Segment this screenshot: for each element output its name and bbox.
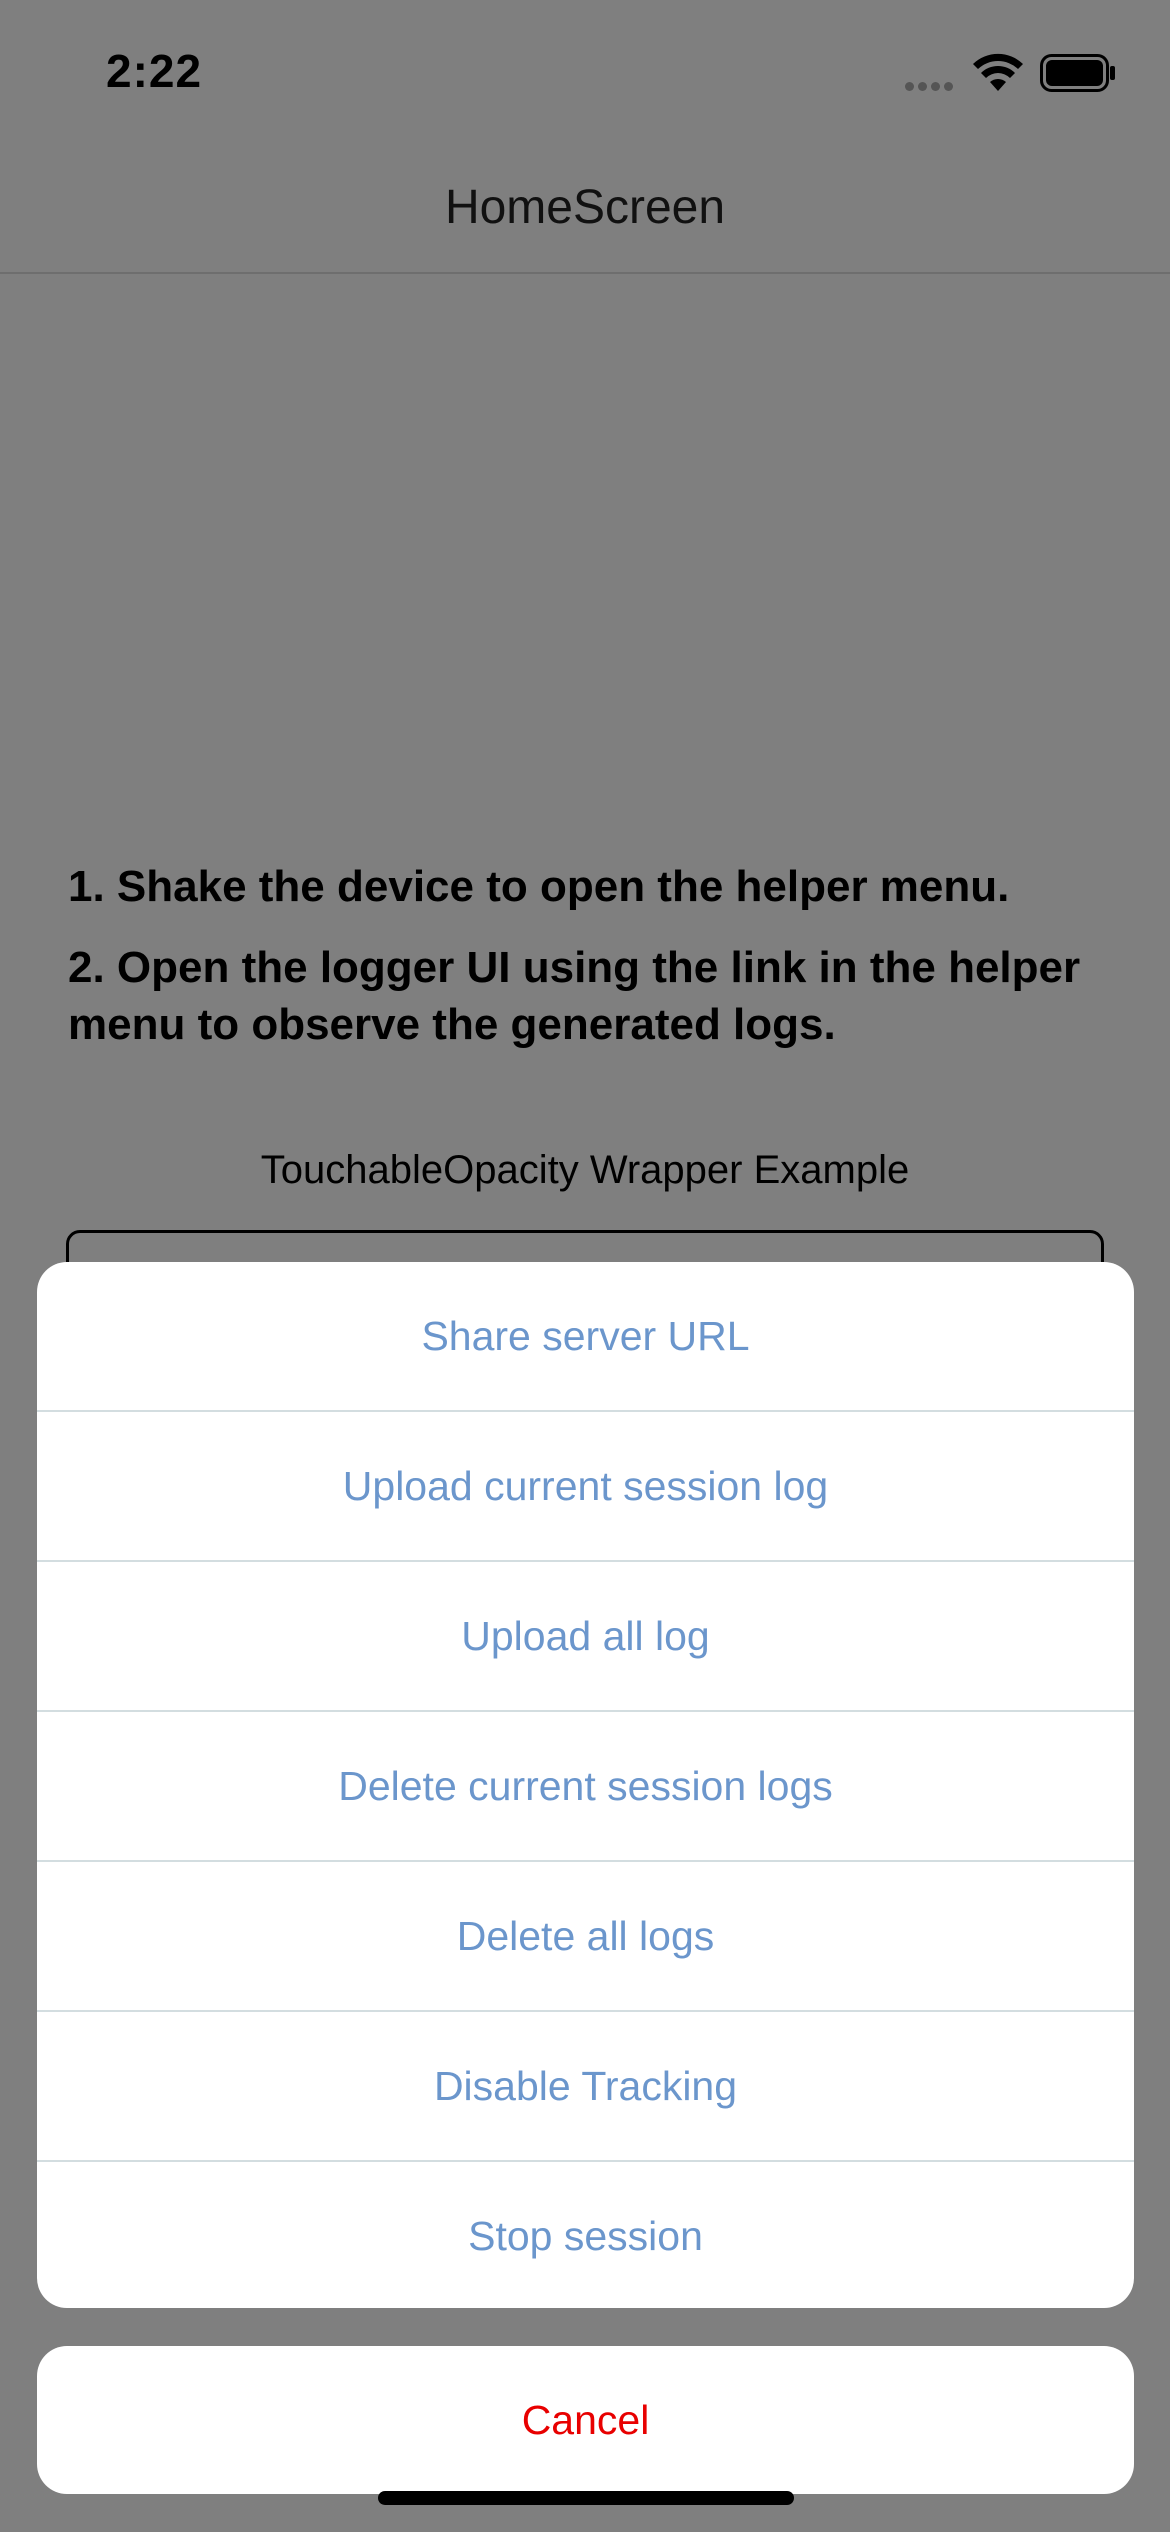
upload-all-log-button[interactable]: Upload all log	[37, 1562, 1134, 1712]
action-sheet: Share server URL Upload current session …	[37, 1262, 1134, 2308]
cancel-button[interactable]: Cancel	[37, 2346, 1134, 2494]
disable-tracking-button[interactable]: Disable Tracking	[37, 2012, 1134, 2162]
instruction-shake: 1. Shake the device to open the helper m…	[68, 862, 1010, 911]
example-label: TouchableOpacity Wrapper Example	[260, 1148, 910, 1192]
upload-current-session-log-button[interactable]: Upload current session log	[37, 1412, 1134, 1562]
navigation-header: HomeScreen	[0, 140, 1170, 274]
instructions: 1. Shake the device to open the helper m…	[68, 858, 1128, 1077]
cellular-signal-icon	[905, 78, 957, 96]
status-bar: 2:22	[0, 0, 1170, 140]
delete-current-session-logs-button[interactable]: Delete current session logs	[37, 1712, 1134, 1862]
stop-session-button[interactable]: Stop session	[37, 2162, 1134, 2308]
status-time: 2:22	[106, 45, 203, 97]
wifi-icon	[973, 53, 1023, 91]
page-title: HomeScreen	[444, 181, 726, 234]
battery-icon	[1040, 54, 1115, 92]
share-server-url-button[interactable]: Share server URL	[37, 1262, 1134, 1412]
home-indicator[interactable]	[378, 2491, 794, 2505]
instruction-open-logger: 2. Open the logger UI using the link in …	[68, 943, 1081, 1049]
delete-all-logs-button[interactable]: Delete all logs	[37, 1862, 1134, 2012]
